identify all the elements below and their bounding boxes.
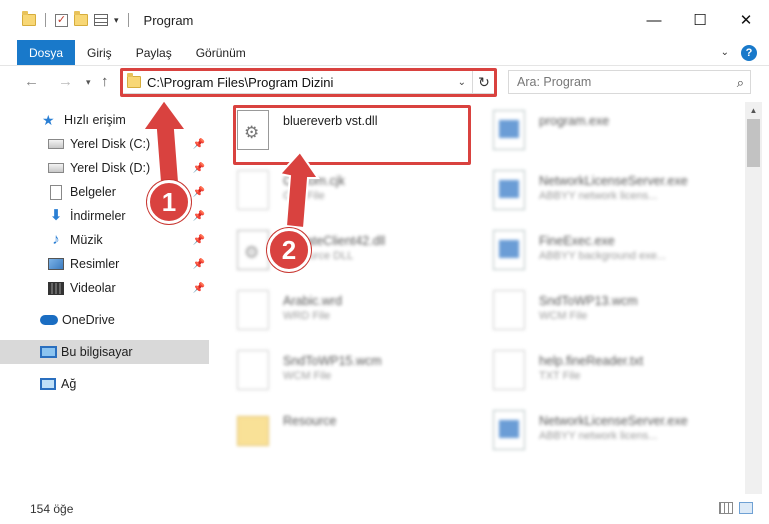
callout-badge-1: 1 — [147, 180, 191, 224]
callout-arrows — [141, 98, 320, 230]
arrow-2 — [278, 150, 320, 230]
item-count: 154 öğe — [30, 502, 74, 516]
status-bar: 154 öğe — [0, 494, 769, 524]
large-icons-view-icon[interactable] — [739, 502, 753, 514]
details-view-icon[interactable] — [719, 502, 733, 514]
callout-badge-2: 2 — [267, 228, 311, 272]
arrow-1 — [141, 98, 188, 183]
